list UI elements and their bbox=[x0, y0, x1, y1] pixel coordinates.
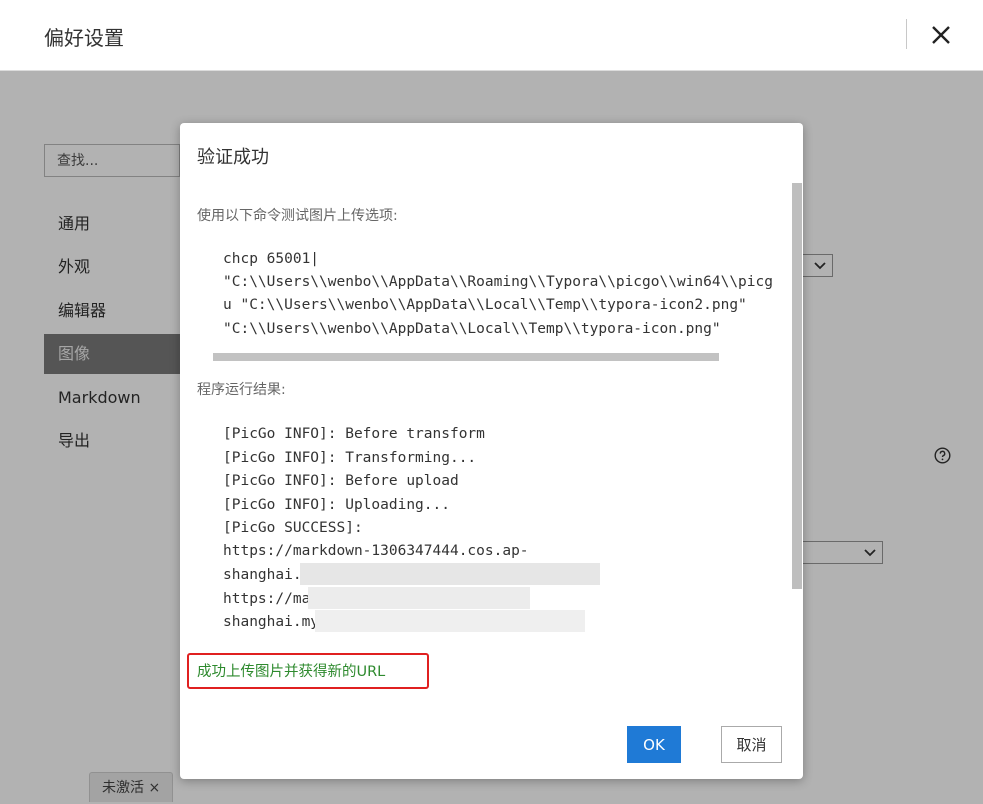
redacted-text bbox=[300, 563, 600, 585]
result-line: [PicGo INFO]: Before transform bbox=[223, 426, 485, 442]
redacted-text bbox=[308, 587, 530, 609]
success-message: 成功上传图片并获得新的URL bbox=[197, 664, 386, 680]
verification-dialog: 验证成功 使用以下命令测试图片上传选项: chcp 65001| "C:\\Us… bbox=[180, 123, 803, 779]
command-line: "C:\\Users\\wenbo\\AppData\\Local\\Temp\… bbox=[223, 321, 721, 337]
title-divider bbox=[906, 19, 907, 49]
result-line: [PicGo INFO]: Before upload bbox=[223, 473, 459, 489]
ok-button[interactable]: OK bbox=[627, 726, 681, 763]
dialog-body[interactable]: 使用以下命令测试图片上传选项: chcp 65001| "C:\\Users\\… bbox=[180, 183, 803, 703]
command-line: u "C:\\Users\\wenbo\\AppData\\Local\\Tem… bbox=[223, 297, 747, 313]
command-label: 使用以下命令测试图片上传选项: bbox=[197, 208, 398, 224]
result-line: [PicGo INFO]: Transforming... bbox=[223, 450, 477, 466]
redacted-text bbox=[315, 610, 585, 632]
cancel-button[interactable]: 取消 bbox=[721, 726, 782, 763]
dialog-title: 验证成功 bbox=[197, 147, 269, 168]
result-line: [PicGo INFO]: Uploading... bbox=[223, 497, 450, 513]
command-line: chcp 65001| bbox=[223, 251, 320, 267]
command-line: "C:\\Users\\wenbo\\AppData\\Roaming\\Typ… bbox=[223, 274, 773, 290]
close-button[interactable] bbox=[926, 20, 956, 50]
result-line: shanghai.my bbox=[223, 614, 320, 630]
horizontal-scrollbar[interactable] bbox=[213, 353, 719, 361]
result-line: [PicGo SUCCESS]: bbox=[223, 520, 363, 536]
result-line: https://ma bbox=[223, 591, 311, 607]
window-title: 偏好设置 bbox=[44, 26, 124, 50]
result-label: 程序运行结果: bbox=[197, 382, 286, 398]
vertical-scrollbar[interactable] bbox=[792, 183, 802, 589]
result-line: https://markdown-1306347444.cos.ap- bbox=[223, 543, 529, 559]
result-line: shanghai. bbox=[223, 567, 302, 583]
close-icon bbox=[932, 26, 950, 44]
title-bar: 偏好设置 bbox=[0, 0, 983, 71]
